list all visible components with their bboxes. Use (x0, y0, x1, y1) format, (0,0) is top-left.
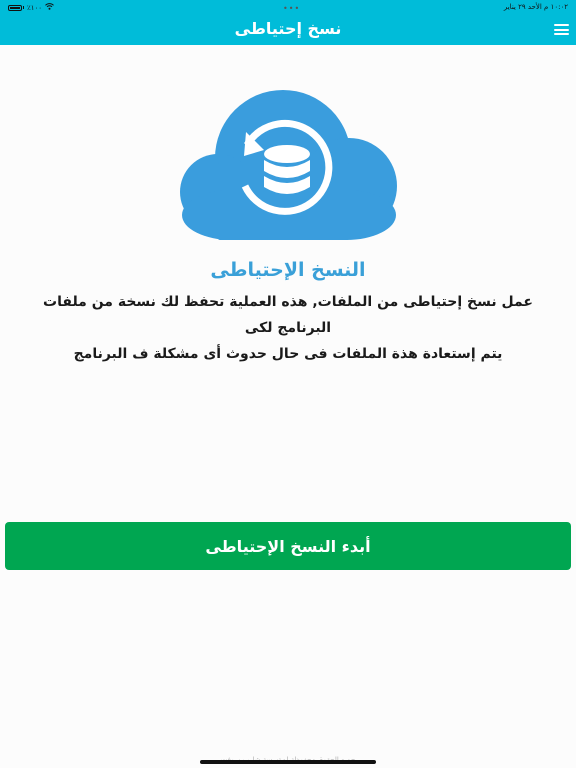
app-header: ٪١٠٠ ••• ١٠:٠٢ م الأحد ٢٩ يناير نسخ إحتي… (0, 0, 576, 45)
database-icon (264, 145, 310, 194)
status-indicators: ٪١٠٠ (8, 3, 54, 12)
cloud-backup-restore-icon (180, 90, 397, 240)
page-title: نسخ إحتياطى (234, 19, 342, 38)
hamburger-menu-icon[interactable] (554, 24, 569, 35)
description-line-2: يتم إستعادة هذة الملفات فى حال حدوث أى م… (73, 346, 503, 362)
home-indicator[interactable] (200, 760, 376, 764)
start-backup-button[interactable]: أبدء النسخ الإحتياطى (5, 522, 571, 570)
backup-description: عمل نسخ إحتياطى من الملفات, هذه العملية … (28, 289, 548, 367)
wifi-icon (45, 3, 54, 12)
backup-section-title: النسخ الإحتياطى (210, 259, 366, 281)
description-line-1: عمل نسخ إحتياطى من الملفات, هذه العملية … (43, 294, 533, 336)
status-bar: ٪١٠٠ ••• ١٠:٠٢ م الأحد ٢٩ يناير (0, 0, 576, 14)
battery-percent: ٪١٠٠ (27, 3, 43, 12)
multitasking-handle[interactable]: ••• (283, 4, 300, 13)
battery-icon (8, 4, 22, 11)
status-time-date: ١٠:٠٢ م الأحد ٢٩ يناير (503, 3, 568, 11)
battery-tip (23, 6, 24, 9)
